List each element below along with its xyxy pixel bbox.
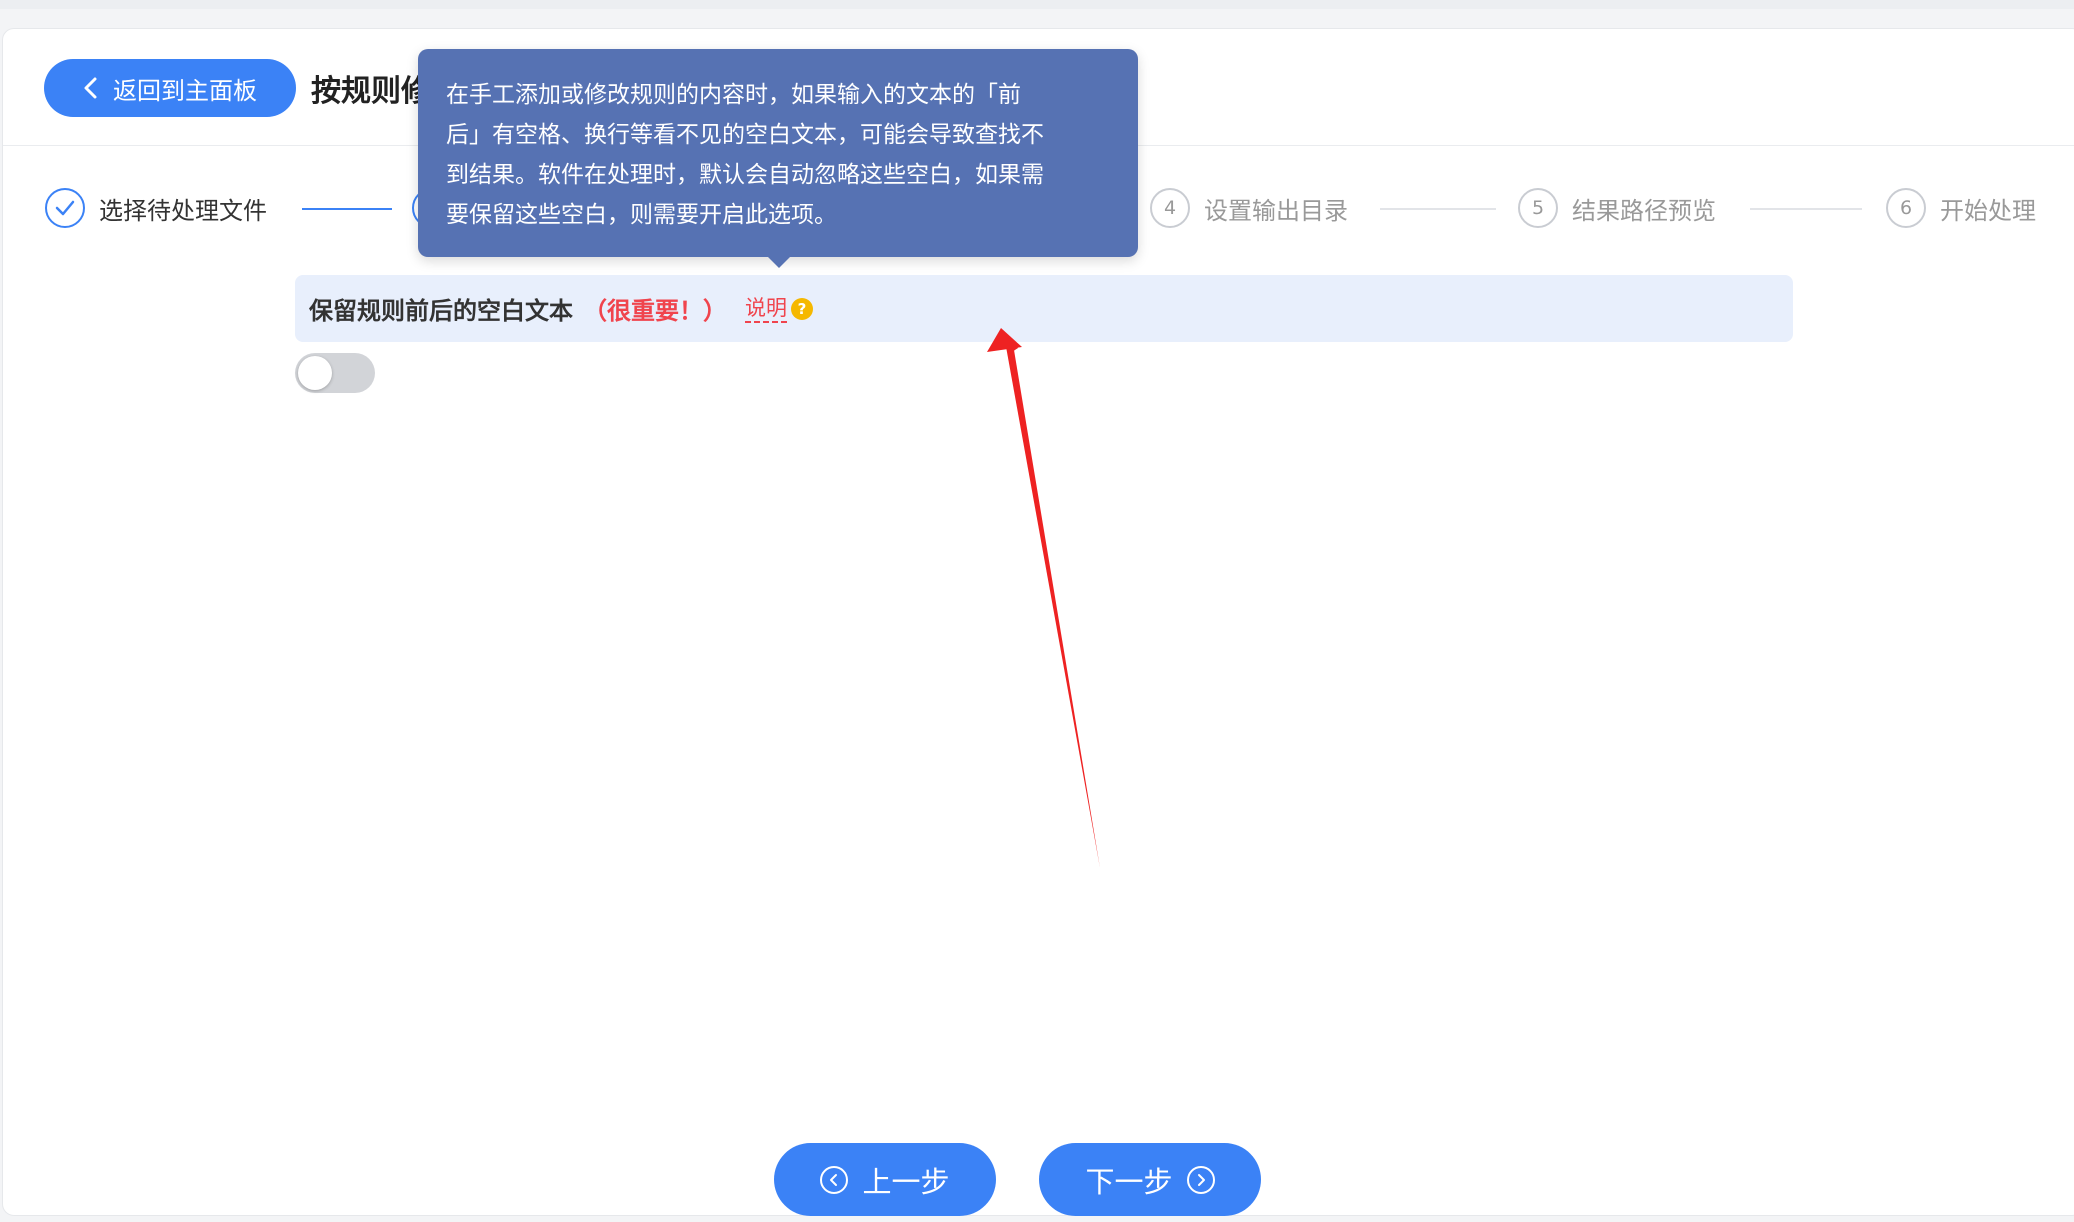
prev-step-button[interactable]: 上一步	[774, 1143, 996, 1216]
tooltip-line: 到结果。软件在处理时，默认会自动忽略这些空白，如果需	[446, 162, 1044, 188]
back-to-dashboard-button[interactable]: 返回到主面板	[44, 59, 296, 117]
next-step-label: 下一步	[1085, 1164, 1173, 1199]
tooltip-line: 要保留这些空白，则需要开启此选项。	[446, 202, 837, 228]
tooltip-line: 在手工添加或修改规则的内容时，如果输入的文本的「前	[446, 82, 1021, 108]
option-help-link[interactable]: 说明 ?	[745, 295, 813, 323]
step-connector-done	[302, 208, 392, 210]
toggle-knob	[298, 356, 332, 390]
option-important-note: （很重要！）	[583, 297, 727, 325]
step-6-label: 开始处理	[1940, 196, 2036, 225]
step-6[interactable]: 6 开始处理	[1886, 188, 2036, 228]
step-connector	[1750, 208, 1862, 210]
chevron-right-circle-icon	[1186, 1165, 1215, 1194]
chevron-left-icon	[84, 77, 97, 99]
next-step-button[interactable]: 下一步	[1039, 1143, 1261, 1216]
step-5-number: 5	[1518, 188, 1558, 228]
step-5-label: 结果路径预览	[1572, 196, 1716, 225]
step-1-label: 选择待处理文件	[99, 196, 267, 225]
help-tooltip: 在手工添加或修改规则的内容时，如果输入的文本的「前 后」有空格、换行等看不见的空…	[418, 49, 1138, 257]
back-button-label: 返回到主面板	[113, 76, 257, 105]
step-4[interactable]: 4 设置输出目录	[1150, 188, 1348, 228]
tooltip-line: 后」有空格、换行等看不见的空白文本，可能会导致查找不	[446, 122, 1044, 148]
step-1[interactable]: 选择待处理文件	[45, 188, 267, 228]
keep-whitespace-toggle[interactable]	[295, 353, 375, 393]
step-5[interactable]: 5 结果路径预览	[1518, 188, 1716, 228]
check-icon	[45, 188, 85, 228]
keep-whitespace-option: 保留规则前后的空白文本 （很重要！） 说明 ?	[295, 275, 1793, 342]
page-title: 按规则修	[311, 74, 431, 109]
option-title: 保留规则前后的空白文本	[309, 297, 573, 325]
step-6-number: 6	[1886, 188, 1926, 228]
step-4-number: 4	[1150, 188, 1190, 228]
step-4-label: 设置输出目录	[1204, 196, 1348, 225]
tooltip-pointer	[767, 256, 791, 268]
prev-step-label: 上一步	[862, 1164, 950, 1199]
help-link-label: 说明	[745, 295, 787, 323]
question-icon: ?	[791, 297, 813, 320]
step-connector	[1380, 208, 1496, 210]
window-top-strip	[0, 0, 2074, 9]
chevron-left-circle-icon	[820, 1165, 849, 1194]
